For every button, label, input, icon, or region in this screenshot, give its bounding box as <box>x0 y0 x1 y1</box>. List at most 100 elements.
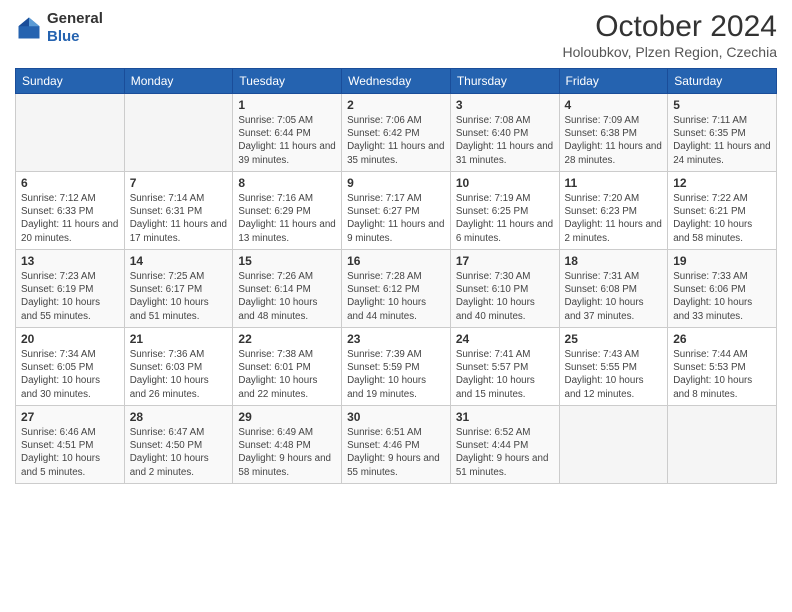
logo-icon <box>15 14 43 42</box>
logo: General Blue <box>15 10 103 46</box>
day-number: 22 <box>238 332 336 346</box>
day-detail: Sunrise: 6:47 AM Sunset: 4:50 PM Dayligh… <box>130 426 228 479</box>
day-number: 29 <box>238 410 336 424</box>
calendar-cell: 22 Sunrise: 7:38 AM Sunset: 6:01 PM Dayli… <box>233 328 342 406</box>
calendar-cell: 29 Sunrise: 6:49 AM Sunset: 4:48 PM Dayli… <box>233 406 342 484</box>
day-detail: Sunrise: 7:05 AM Sunset: 6:44 PM Dayligh… <box>238 114 336 167</box>
day-number: 16 <box>347 254 445 268</box>
day-number: 18 <box>565 254 663 268</box>
day-number: 6 <box>21 176 119 190</box>
header: General Blue October 2024 Holoubkov, Plz… <box>15 10 777 60</box>
header-saturday: Saturday <box>668 69 777 94</box>
calendar-header-row: SundayMondayTuesdayWednesdayThursdayFrid… <box>16 69 777 94</box>
calendar-cell: 24 Sunrise: 7:41 AM Sunset: 5:57 PM Dayli… <box>450 328 559 406</box>
day-number: 1 <box>238 98 336 112</box>
calendar-cell <box>124 94 233 172</box>
calendar-cell: 10 Sunrise: 7:19 AM Sunset: 6:25 PM Dayli… <box>450 172 559 250</box>
day-number: 14 <box>130 254 228 268</box>
day-number: 30 <box>347 410 445 424</box>
day-number: 24 <box>456 332 554 346</box>
day-detail: Sunrise: 7:09 AM Sunset: 6:38 PM Dayligh… <box>565 114 663 167</box>
day-detail: Sunrise: 7:06 AM Sunset: 6:42 PM Dayligh… <box>347 114 445 167</box>
day-number: 5 <box>673 98 771 112</box>
day-detail: Sunrise: 7:16 AM Sunset: 6:29 PM Dayligh… <box>238 192 336 245</box>
calendar-cell: 27 Sunrise: 6:46 AM Sunset: 4:51 PM Dayli… <box>16 406 125 484</box>
calendar-cell: 23 Sunrise: 7:39 AM Sunset: 5:59 PM Dayli… <box>342 328 451 406</box>
calendar-cell: 13 Sunrise: 7:23 AM Sunset: 6:19 PM Dayli… <box>16 250 125 328</box>
calendar-cell: 30 Sunrise: 6:51 AM Sunset: 4:46 PM Dayli… <box>342 406 451 484</box>
week-row-4: 20Sunrise: 7:34 AM Sunset: 6:05 PM Dayli… <box>16 328 777 406</box>
header-wednesday: Wednesday <box>342 69 451 94</box>
day-number: 27 <box>21 410 119 424</box>
calendar-cell: 16 Sunrise: 7:28 AM Sunset: 6:12 PM Dayli… <box>342 250 451 328</box>
day-number: 11 <box>565 176 663 190</box>
day-detail: Sunrise: 7:30 AM Sunset: 6:10 PM Dayligh… <box>456 270 554 323</box>
day-detail: Sunrise: 7:34 AM Sunset: 6:05 PM Dayligh… <box>21 348 119 401</box>
day-number: 23 <box>347 332 445 346</box>
day-number: 15 <box>238 254 336 268</box>
header-sunday: Sunday <box>16 69 125 94</box>
day-number: 4 <box>565 98 663 112</box>
calendar-cell <box>559 406 668 484</box>
logo-blue: Blue <box>47 28 103 46</box>
calendar-cell: 12Sunrise: 7:22 AM Sunset: 6:21 PM Dayli… <box>668 172 777 250</box>
calendar-cell: 14Sunrise: 7:25 AM Sunset: 6:17 PM Dayli… <box>124 250 233 328</box>
calendar-cell: 1 Sunrise: 7:05 AM Sunset: 6:44 PM Daylig… <box>233 94 342 172</box>
calendar-cell: 8 Sunrise: 7:16 AM Sunset: 6:29 PM Daylig… <box>233 172 342 250</box>
day-number: 8 <box>238 176 336 190</box>
calendar-cell: 26 Sunrise: 7:44 AM Sunset: 5:53 PM Dayli… <box>668 328 777 406</box>
day-number: 21 <box>130 332 228 346</box>
logo-text: General Blue <box>47 10 103 46</box>
day-detail: Sunrise: 7:19 AM Sunset: 6:25 PM Dayligh… <box>456 192 554 245</box>
calendar-cell: 31Sunrise: 6:52 AM Sunset: 4:44 PM Dayli… <box>450 406 559 484</box>
calendar-cell <box>16 94 125 172</box>
day-number: 25 <box>565 332 663 346</box>
calendar-cell: 5 Sunrise: 7:11 AM Sunset: 6:35 PM Daylig… <box>668 94 777 172</box>
day-detail: Sunrise: 7:39 AM Sunset: 5:59 PM Dayligh… <box>347 348 445 401</box>
logo-general: General <box>47 10 103 28</box>
day-detail: Sunrise: 7:44 AM Sunset: 5:53 PM Dayligh… <box>673 348 771 401</box>
calendar-cell <box>668 406 777 484</box>
day-detail: Sunrise: 7:31 AM Sunset: 6:08 PM Dayligh… <box>565 270 663 323</box>
day-detail: Sunrise: 7:33 AM Sunset: 6:06 PM Dayligh… <box>673 270 771 323</box>
header-thursday: Thursday <box>450 69 559 94</box>
calendar-cell: 7Sunrise: 7:14 AM Sunset: 6:31 PM Daylig… <box>124 172 233 250</box>
calendar-cell: 9 Sunrise: 7:17 AM Sunset: 6:27 PM Daylig… <box>342 172 451 250</box>
week-row-1: 1 Sunrise: 7:05 AM Sunset: 6:44 PM Daylig… <box>16 94 777 172</box>
day-number: 17 <box>456 254 554 268</box>
day-detail: Sunrise: 6:49 AM Sunset: 4:48 PM Dayligh… <box>238 426 336 479</box>
day-detail: Sunrise: 7:41 AM Sunset: 5:57 PM Dayligh… <box>456 348 554 401</box>
page: General Blue October 2024 Holoubkov, Plz… <box>0 0 792 612</box>
day-detail: Sunrise: 7:36 AM Sunset: 6:03 PM Dayligh… <box>130 348 228 401</box>
calendar-cell: 4 Sunrise: 7:09 AM Sunset: 6:38 PM Daylig… <box>559 94 668 172</box>
day-number: 31 <box>456 410 554 424</box>
calendar-cell: 19 Sunrise: 7:33 AM Sunset: 6:06 PM Dayli… <box>668 250 777 328</box>
calendar-cell: 6 Sunrise: 7:12 AM Sunset: 6:33 PM Daylig… <box>16 172 125 250</box>
header-tuesday: Tuesday <box>233 69 342 94</box>
week-row-5: 27 Sunrise: 6:46 AM Sunset: 4:51 PM Dayli… <box>16 406 777 484</box>
day-detail: Sunrise: 7:23 AM Sunset: 6:19 PM Dayligh… <box>21 270 119 323</box>
day-detail: Sunrise: 7:17 AM Sunset: 6:27 PM Dayligh… <box>347 192 445 245</box>
calendar-cell: 11 Sunrise: 7:20 AM Sunset: 6:23 PM Dayli… <box>559 172 668 250</box>
calendar-cell: 21 Sunrise: 7:36 AM Sunset: 6:03 PM Dayli… <box>124 328 233 406</box>
calendar-title: October 2024 <box>562 10 777 44</box>
day-number: 19 <box>673 254 771 268</box>
calendar-cell: 15Sunrise: 7:26 AM Sunset: 6:14 PM Dayli… <box>233 250 342 328</box>
day-number: 13 <box>21 254 119 268</box>
day-detail: Sunrise: 7:38 AM Sunset: 6:01 PM Dayligh… <box>238 348 336 401</box>
day-number: 26 <box>673 332 771 346</box>
day-number: 7 <box>130 176 228 190</box>
day-detail: Sunrise: 6:46 AM Sunset: 4:51 PM Dayligh… <box>21 426 119 479</box>
day-number: 2 <box>347 98 445 112</box>
calendar-table: SundayMondayTuesdayWednesdayThursdayFrid… <box>15 68 777 484</box>
day-number: 9 <box>347 176 445 190</box>
calendar-cell: 18 Sunrise: 7:31 AM Sunset: 6:08 PM Dayli… <box>559 250 668 328</box>
day-number: 10 <box>456 176 554 190</box>
day-detail: Sunrise: 6:51 AM Sunset: 4:46 PM Dayligh… <box>347 426 445 479</box>
day-detail: Sunrise: 7:08 AM Sunset: 6:40 PM Dayligh… <box>456 114 554 167</box>
week-row-3: 13 Sunrise: 7:23 AM Sunset: 6:19 PM Dayli… <box>16 250 777 328</box>
day-detail: Sunrise: 7:12 AM Sunset: 6:33 PM Dayligh… <box>21 192 119 245</box>
day-detail: Sunrise: 7:28 AM Sunset: 6:12 PM Dayligh… <box>347 270 445 323</box>
day-detail: Sunrise: 7:11 AM Sunset: 6:35 PM Dayligh… <box>673 114 771 167</box>
day-detail: Sunrise: 7:20 AM Sunset: 6:23 PM Dayligh… <box>565 192 663 245</box>
